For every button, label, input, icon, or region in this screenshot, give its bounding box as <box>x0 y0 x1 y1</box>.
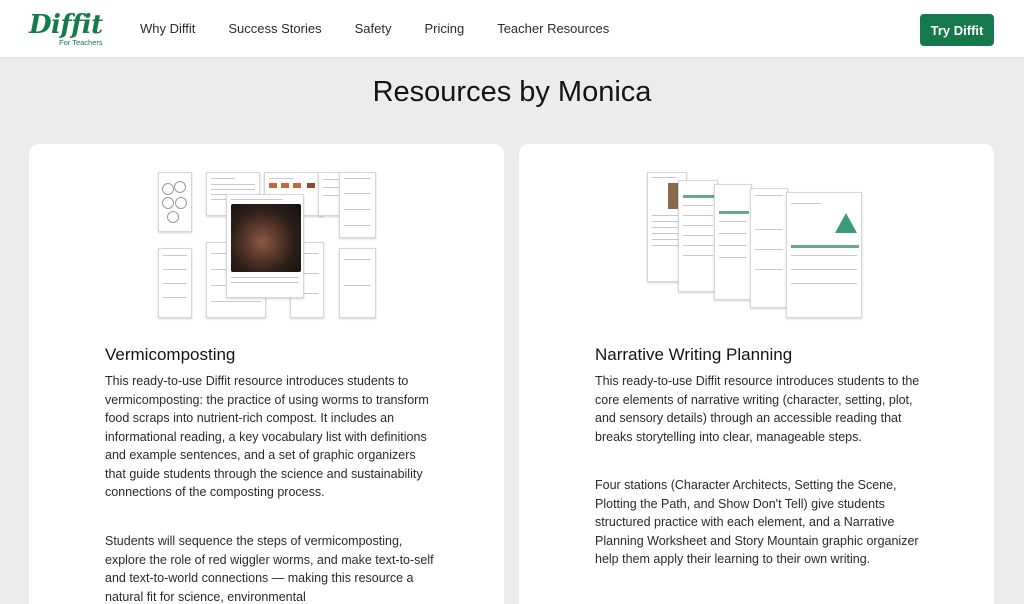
preview-page <box>158 248 192 318</box>
card-title: Narrative Writing Planning <box>595 345 793 364</box>
preview-page <box>714 184 752 300</box>
preview-page <box>158 172 192 232</box>
nav-link-safety[interactable]: Safety <box>355 21 392 36</box>
site-header: Diffit For Teachers Why Diffit Success S… <box>0 0 1024 58</box>
card-description: Four stations (Character Architects, Set… <box>595 478 919 566</box>
logo-subtext: For Teachers <box>59 38 103 47</box>
card-description: Students will sequence the steps of verm… <box>105 534 434 604</box>
nav-link-pricing[interactable]: Pricing <box>424 21 464 36</box>
preview-page-featured <box>226 194 304 298</box>
preview-page <box>786 192 862 318</box>
card-title: Vermicomposting <box>105 345 236 364</box>
preview-page <box>750 188 788 308</box>
nav-link-why-diffit[interactable]: Why Diffit <box>140 21 195 36</box>
story-mountain-graphic <box>835 213 857 233</box>
card-description: This ready-to-use Diffit resource introd… <box>595 374 920 444</box>
logo-wordmark: Diffit <box>29 10 103 40</box>
preview-page <box>339 248 376 318</box>
try-diffit-button[interactable]: Try Diffit <box>920 14 994 46</box>
resource-card-vermicomposting[interactable]: Vermicomposting This ready-to-use Diffit… <box>29 144 504 604</box>
preview-page <box>339 172 376 238</box>
card-description: This ready-to-use Diffit resource introd… <box>105 374 429 499</box>
preview-page <box>678 180 718 292</box>
resource-preview-image[interactable] <box>158 172 376 320</box>
page-title: Resources by Monica <box>372 76 652 108</box>
nav-link-teacher-resources[interactable]: Teacher Resources <box>497 21 609 36</box>
diffit-logo[interactable]: Diffit For Teachers <box>29 10 103 48</box>
main-nav: Why Diffit Success Stories Safety Pricin… <box>140 21 642 36</box>
resource-card-narrative-writing[interactable]: Narrative Writing Planning This ready-to… <box>519 144 994 604</box>
nav-link-success-stories[interactable]: Success Stories <box>228 21 321 36</box>
worm-compost-photo <box>231 204 301 272</box>
resource-preview-image[interactable] <box>647 172 865 322</box>
